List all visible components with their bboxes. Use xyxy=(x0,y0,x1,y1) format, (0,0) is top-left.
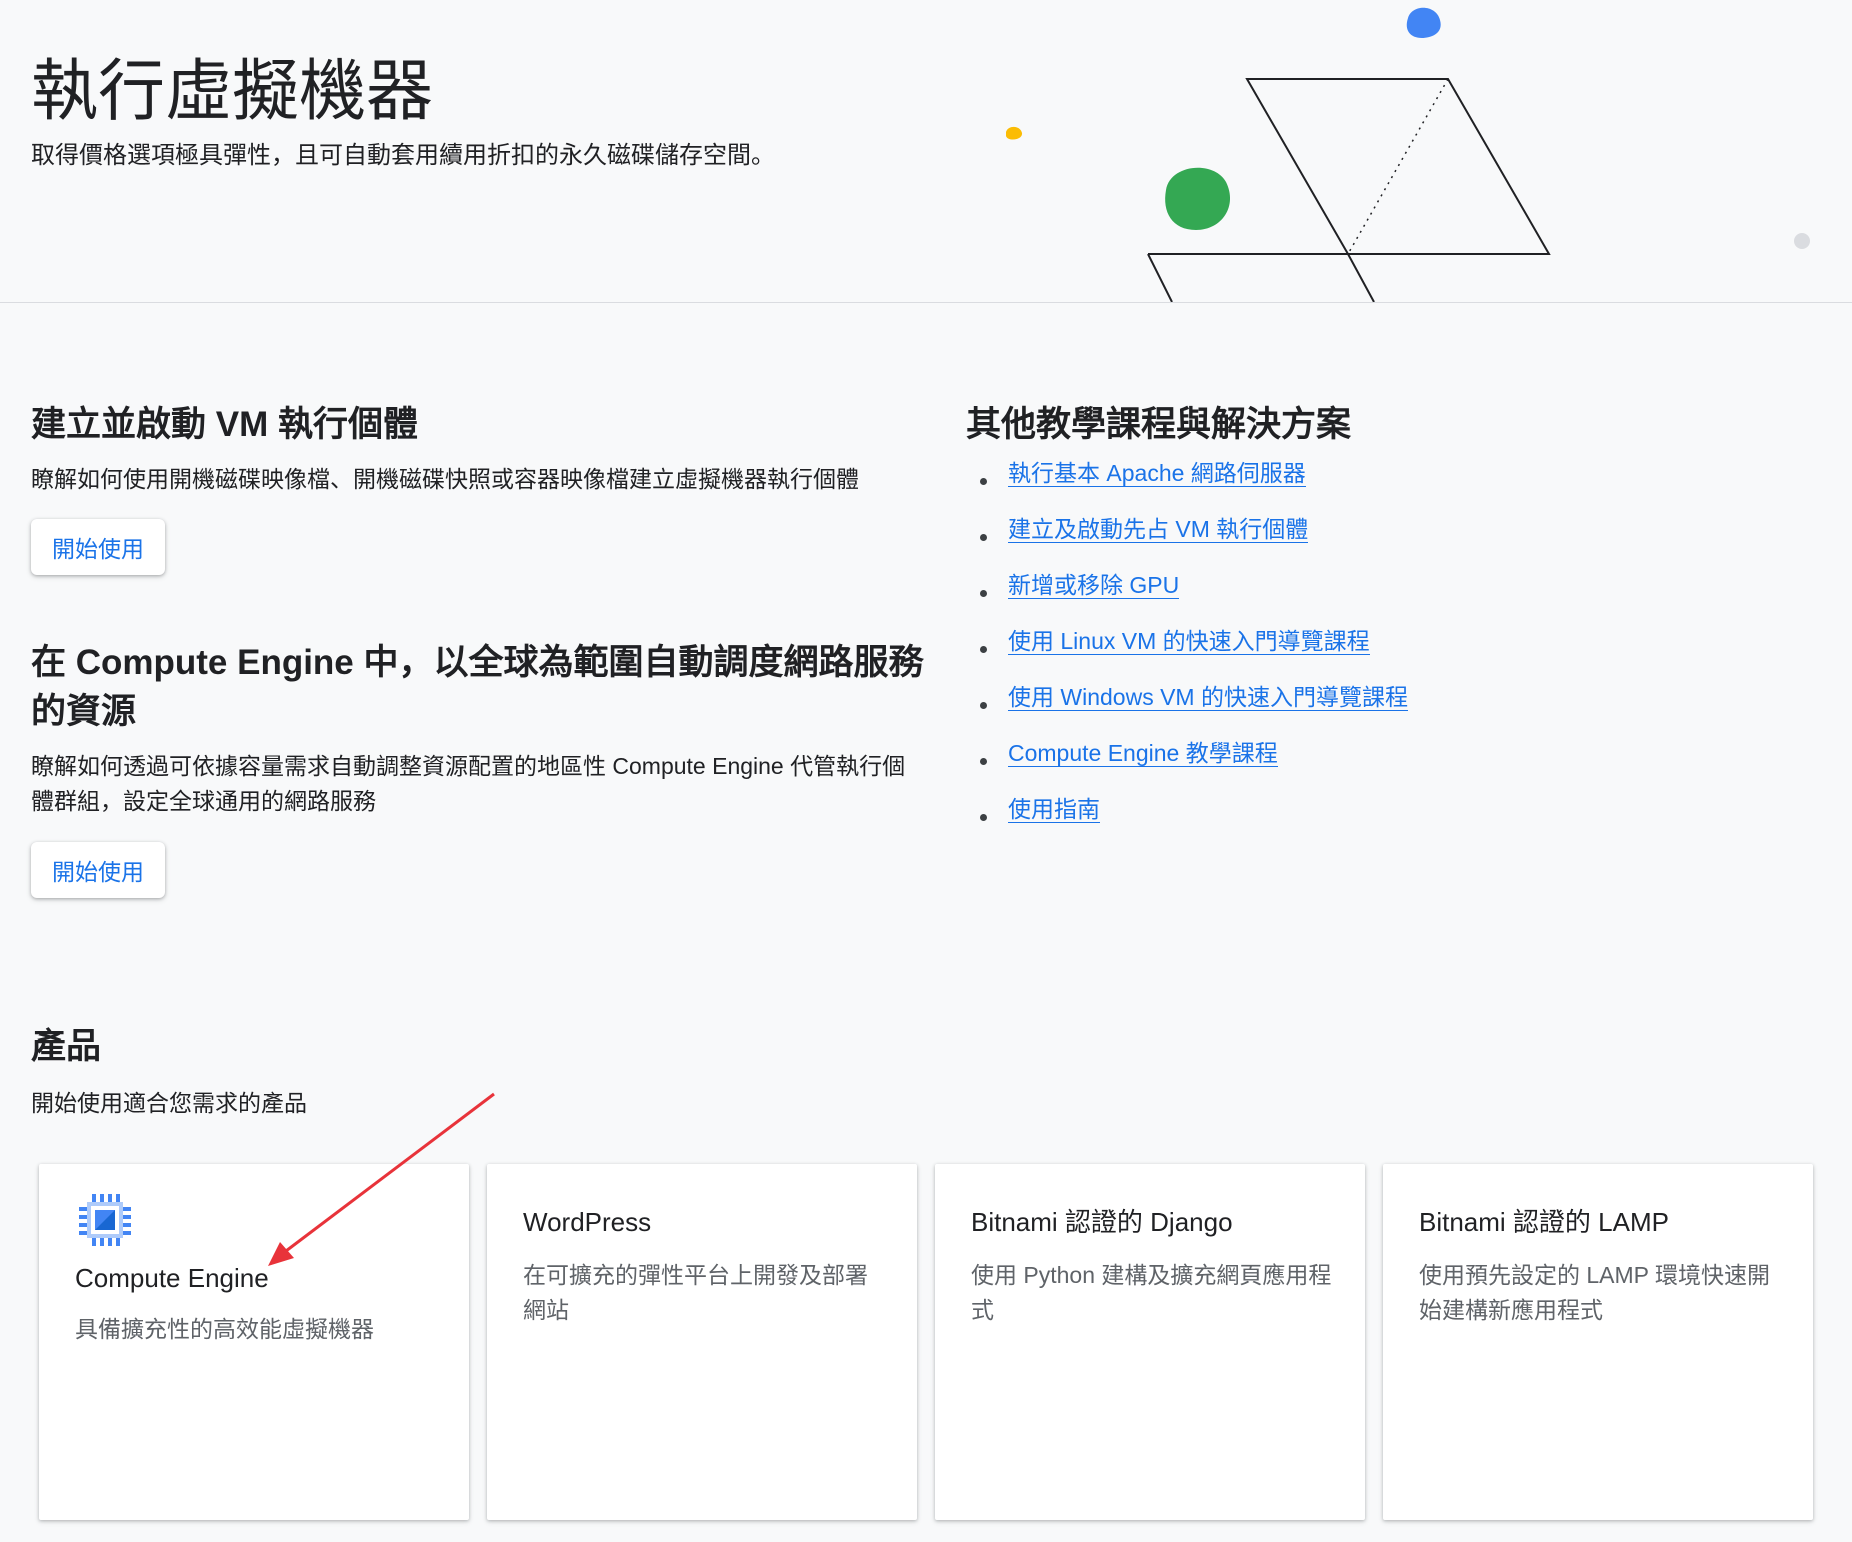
section-desc-autoscale: 瞭解如何透過可依據容量需求自動調整資源配置的地區性 Compute Engine… xyxy=(31,749,905,819)
bullet-icon xyxy=(980,814,987,821)
product-card-desc-line1: 使用 Python 建構及擴充網頁應用程 xyxy=(971,1262,1332,1288)
compute-engine-chip-icon xyxy=(79,1194,131,1246)
hero-banner: 執行虛擬機器 取得價格選項極具彈性，且可自動套用續用折扣的永久磁碟儲存空間。 xyxy=(0,0,1852,303)
product-card-title: WordPress xyxy=(523,1207,652,1237)
list-item: 使用指南 xyxy=(966,792,1408,848)
bullet-icon xyxy=(980,478,987,485)
product-card-desc: 在可擴充的彈性平台上開發及部署 網站 xyxy=(523,1258,893,1328)
section-desc-create-vm: 瞭解如何使用開機磁碟映像檔、開機磁碟快照或容器映像檔建立虛擬機器執行個體 xyxy=(31,466,859,492)
product-card-title: Bitnami 認證的 LAMP xyxy=(1419,1207,1669,1237)
section-title-autoscale-line1: 在 Compute Engine 中，以全球為範圍自動調度網路服務 xyxy=(31,643,924,682)
product-card-compute-engine[interactable]: Compute Engine 具備擴充性的高效能虛擬機器 xyxy=(39,1164,469,1520)
bullet-icon xyxy=(980,590,987,597)
product-card-desc: 具備擴充性的高效能虛擬機器 xyxy=(75,1312,445,1347)
list-item: 執行基本 Apache 網路伺服器 xyxy=(966,456,1408,512)
list-item: 使用 Linux VM 的快速入門導覽課程 xyxy=(966,624,1408,680)
product-card-title: Compute Engine xyxy=(75,1263,269,1293)
list-item: 使用 Windows VM 的快速入門導覽課程 xyxy=(966,680,1408,736)
product-card-desc: 使用 Python 建構及擴充網頁應用程 式 xyxy=(971,1258,1341,1328)
blue-dot-shape xyxy=(1406,7,1441,38)
products-subtitle: 開始使用適合您需求的產品 xyxy=(31,1090,307,1116)
product-card-title: Bitnami 認證的 Django xyxy=(971,1207,1233,1237)
product-card-desc-line2: 始建構新應用程式 xyxy=(1419,1297,1603,1323)
section-title-autoscale: 在 Compute Engine 中，以全球為範圍自動調度網路服務 的資源 xyxy=(31,638,924,736)
dotted-diagonal xyxy=(1347,78,1449,255)
product-card-desc: 使用預先設定的 LAMP 環境快速開 始建構新應用程式 xyxy=(1419,1258,1789,1328)
product-card-desc-line2: 網站 xyxy=(523,1297,569,1323)
section-desc-autoscale-line2: 體群組，設定全球通用的網路服務 xyxy=(31,788,376,814)
link-apache[interactable]: 執行基本 Apache 網路伺服器 xyxy=(1008,460,1306,487)
products-title: 產品 xyxy=(31,1027,102,1066)
product-card-desc-line1: 具備擴充性的高效能虛擬機器 xyxy=(75,1316,374,1342)
get-started-button-autoscale[interactable]: 開始使用 xyxy=(31,842,165,898)
section-title-autoscale-line2: 的資源 xyxy=(31,692,137,731)
bullet-icon xyxy=(980,758,987,765)
link-linux-quickstart[interactable]: 使用 Linux VM 的快速入門導覽課程 xyxy=(1008,628,1370,655)
link-gpu[interactable]: 新增或移除 GPU xyxy=(1008,572,1180,599)
section-title-other-tutorials: 其他教學課程與解決方案 xyxy=(966,405,1352,444)
bullet-icon xyxy=(980,534,987,541)
get-started-button-create-vm[interactable]: 開始使用 xyxy=(31,519,165,575)
grey-dot-shape xyxy=(1794,233,1810,249)
list-item: 新增或移除 GPU xyxy=(966,568,1408,624)
product-card-django[interactable]: Bitnami 認證的 Django 使用 Python 建構及擴充網頁應用程 … xyxy=(935,1164,1365,1520)
link-windows-quickstart[interactable]: 使用 Windows VM 的快速入門導覽課程 xyxy=(1008,684,1408,711)
bullet-icon xyxy=(980,646,987,653)
product-card-desc-line1: 在可擴充的彈性平台上開發及部署 xyxy=(523,1262,868,1288)
tutorial-link-list: 執行基本 Apache 網路伺服器 建立及啟動先占 VM 執行個體 新增或移除 … xyxy=(966,456,1408,848)
section-title-create-vm: 建立並啟動 VM 執行個體 xyxy=(31,405,418,444)
product-card-lamp[interactable]: Bitnami 認證的 LAMP 使用預先設定的 LAMP 環境快速開 始建構新… xyxy=(1383,1164,1813,1520)
lower-frame-left-line xyxy=(1147,253,1173,302)
yellow-dot-shape xyxy=(1006,126,1023,140)
link-how-to-guides[interactable]: 使用指南 xyxy=(1008,796,1100,823)
bullet-icon xyxy=(980,702,987,709)
link-preemptible-vm[interactable]: 建立及啟動先占 VM 執行個體 xyxy=(1008,516,1309,543)
hero-illustration xyxy=(1006,7,1810,302)
list-item: 建立及啟動先占 VM 執行個體 xyxy=(966,512,1408,568)
product-card-desc-line1: 使用預先設定的 LAMP 環境快速開 xyxy=(1419,1262,1770,1288)
green-blob-shape xyxy=(1165,167,1231,230)
product-card-wordpress[interactable]: WordPress 在可擴充的彈性平台上開發及部署 網站 xyxy=(487,1164,917,1520)
parallelogram-shape xyxy=(1245,78,1551,255)
section-desc-autoscale-line1: 瞭解如何透過可依據容量需求自動調整資源配置的地區性 Compute Engine… xyxy=(31,753,906,779)
link-compute-engine-tutorials[interactable]: Compute Engine 教學課程 xyxy=(1008,740,1278,767)
product-card-desc-line2: 式 xyxy=(971,1297,994,1323)
lower-frame-line xyxy=(1148,253,1375,302)
list-item: Compute Engine 教學課程 xyxy=(966,736,1408,792)
